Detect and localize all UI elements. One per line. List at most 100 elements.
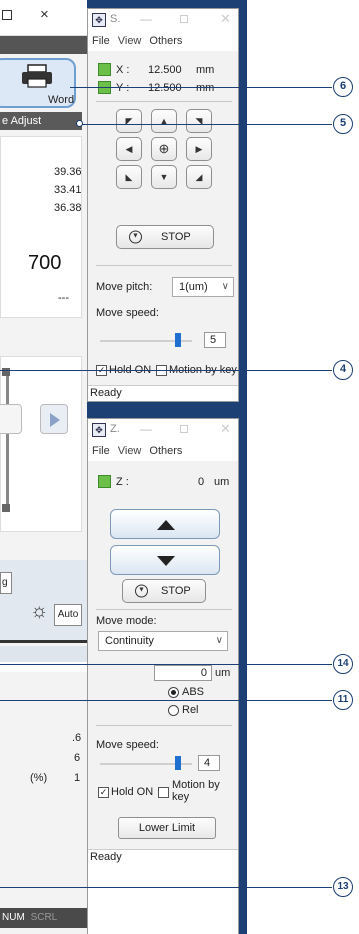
move-speed-label: Move speed:	[96, 739, 159, 751]
placeholder-value: ---	[58, 292, 69, 304]
arrow-right-icon: ▶	[195, 144, 203, 154]
maximize-button[interactable]	[180, 15, 188, 23]
xy-window-title: S.	[110, 13, 121, 25]
y-value: 12.500	[148, 82, 182, 94]
z-label: Z :	[116, 476, 129, 488]
move-up-button[interactable]: ▲	[151, 109, 177, 133]
move-down-left-button[interactable]: ◣	[116, 165, 142, 189]
move-up-right-button[interactable]: ◥	[186, 109, 212, 133]
hold-on-label: Hold ON	[111, 786, 154, 798]
value-2: 33.41	[54, 184, 82, 196]
divider	[0, 640, 87, 643]
z-status-bar: Ready	[88, 849, 238, 934]
x-label: X :	[116, 64, 130, 76]
abs-label: ABS	[182, 686, 205, 698]
callout-14: 14	[333, 654, 353, 674]
minimize-button[interactable]: —	[140, 422, 152, 436]
move-down-right-button[interactable]: ◢	[186, 165, 212, 189]
move-pitch-select[interactable]: 1(um) ∨	[172, 277, 234, 297]
move-mode-select[interactable]: Continuity ∨	[98, 631, 228, 651]
menu-view[interactable]: View	[118, 445, 142, 457]
distance-unit: um	[215, 667, 231, 679]
info-strip	[0, 646, 87, 662]
menu-view[interactable]: View	[118, 35, 142, 47]
adjust-button[interactable]: e Adjust	[0, 112, 82, 130]
main-toolbar-strip	[0, 36, 87, 54]
maximize-button[interactable]	[2, 10, 12, 20]
x-unit: mm	[196, 64, 215, 76]
brightness-icon[interactable]: ☼	[30, 600, 48, 623]
move-mode-value: Continuity	[105, 635, 154, 647]
z-up-button[interactable]	[110, 509, 220, 539]
close-button[interactable]: ✕	[220, 11, 231, 27]
callout-line-13	[0, 887, 332, 888]
move-speed-value[interactable]: 4	[198, 755, 220, 771]
stop-icon: ▼	[129, 230, 142, 244]
value-1: 39.36	[54, 166, 82, 178]
arrow-left-icon: ◀	[125, 144, 133, 154]
close-button[interactable]: ✕	[220, 421, 231, 437]
large-value: 700	[28, 252, 62, 274]
word-button-label: Word	[48, 94, 75, 106]
center-button[interactable]: ⊕	[151, 137, 177, 161]
stop-icon: ▼	[135, 584, 148, 598]
auto-button[interactable]: Auto	[54, 604, 82, 626]
close-button[interactable]: ×	[40, 6, 49, 23]
motion-by-key-label: Motion by key	[172, 779, 220, 803]
move-speed-thumb[interactable]	[175, 756, 182, 770]
callout-line-6	[70, 87, 332, 88]
num-indicator: NUM	[2, 912, 25, 923]
move-speed-thumb[interactable]	[175, 333, 182, 347]
crosshair-icon: ⊕	[158, 141, 170, 156]
main-status-bar: NUM SCRL	[0, 908, 87, 928]
divider	[96, 265, 232, 266]
slider-bottom-handle[interactable]	[2, 504, 10, 512]
value-3: 36.38	[54, 202, 82, 214]
vertical-slider-track[interactable]	[6, 372, 9, 512]
callout-5: 5	[333, 114, 353, 134]
move-pitch-value: 1(um)	[179, 281, 208, 293]
maximize-button[interactable]	[180, 425, 188, 433]
readout-2: 6	[74, 752, 81, 764]
menu-others[interactable]: Others	[149, 445, 182, 457]
xy-status-bar: Ready	[88, 385, 238, 401]
move-up-left-button[interactable]: ◤	[116, 109, 142, 133]
stop-button[interactable]: ▼ STOP	[122, 579, 206, 603]
menu-file[interactable]: File	[92, 445, 110, 457]
rel-radio[interactable]	[168, 705, 179, 716]
arrow-down-icon: ▼	[159, 172, 169, 182]
lower-limit-button[interactable]: Lower Limit	[118, 817, 216, 839]
xy-menu-bar: File View Others	[88, 31, 238, 51]
z-title-bar: ✥ Z. — ✕	[88, 419, 238, 441]
next-button[interactable]	[40, 404, 68, 434]
callout-6: 6	[333, 77, 353, 97]
chevron-down-icon: ∨	[215, 635, 223, 646]
move-speed-value[interactable]: 5	[204, 332, 226, 348]
arrow-up-icon: ▲	[159, 116, 169, 126]
move-right-button[interactable]: ▶	[186, 137, 212, 161]
move-left-button[interactable]: ◀	[116, 137, 142, 161]
distance-input[interactable]: 0	[154, 665, 212, 681]
menu-others[interactable]: Others	[149, 35, 182, 47]
divider	[96, 101, 232, 102]
scrl-indicator: SCRL	[30, 912, 58, 923]
arrow-up-right-icon: ◥	[195, 116, 203, 126]
stop-button[interactable]: ▼ STOP	[116, 225, 214, 249]
arrow-up-left-icon: ◤	[125, 116, 133, 126]
abs-radio[interactable]	[168, 687, 179, 698]
x-value: 12.500	[148, 64, 182, 76]
x-status-indicator	[98, 63, 111, 76]
z-status-indicator	[98, 475, 111, 488]
hold-on-checkbox[interactable]: ✓	[98, 787, 109, 798]
control-panel	[0, 356, 82, 532]
move-down-button[interactable]: ▼	[151, 165, 177, 189]
menu-file[interactable]: File	[92, 35, 110, 47]
motion-by-key-checkbox[interactable]	[158, 787, 169, 798]
printer-icon	[22, 64, 52, 88]
light-button[interactable]: g	[0, 572, 12, 594]
z-down-button[interactable]	[110, 545, 220, 575]
minimize-button[interactable]: —	[140, 12, 152, 26]
callout-line-5	[82, 124, 332, 125]
left-panel-button[interactable]	[0, 404, 22, 434]
z-value: 0	[198, 476, 205, 488]
